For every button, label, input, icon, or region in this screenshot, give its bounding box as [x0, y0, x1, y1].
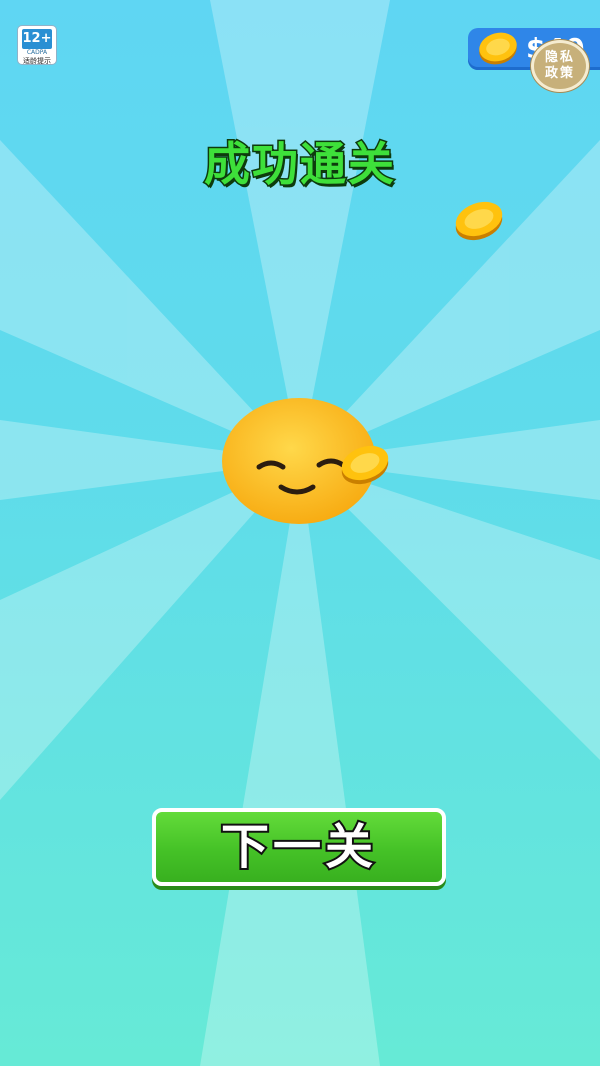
next-level-label: 下一关 — [219, 817, 377, 877]
flying-coin-icon — [341, 445, 389, 485]
age-rating-tip: 适龄提示 — [23, 57, 51, 65]
gold-coin-icon — [479, 32, 517, 65]
flying-coin-icon — [455, 201, 503, 241]
age-rating-org: CADPA — [26, 49, 48, 56]
privacy-line-1: 隐私 — [544, 50, 575, 65]
age-rating-label: 12+ — [22, 29, 52, 49]
privacy-line-2: 政策 — [544, 66, 575, 81]
age-rating-badge: 12+ CADPA 适龄提示 — [18, 26, 56, 65]
level-complete-title: 成功通关 — [203, 136, 396, 193]
next-level-button[interactable]: 下一关 — [152, 808, 446, 886]
privacy-policy-button[interactable]: 隐私 政策 — [531, 40, 589, 92]
